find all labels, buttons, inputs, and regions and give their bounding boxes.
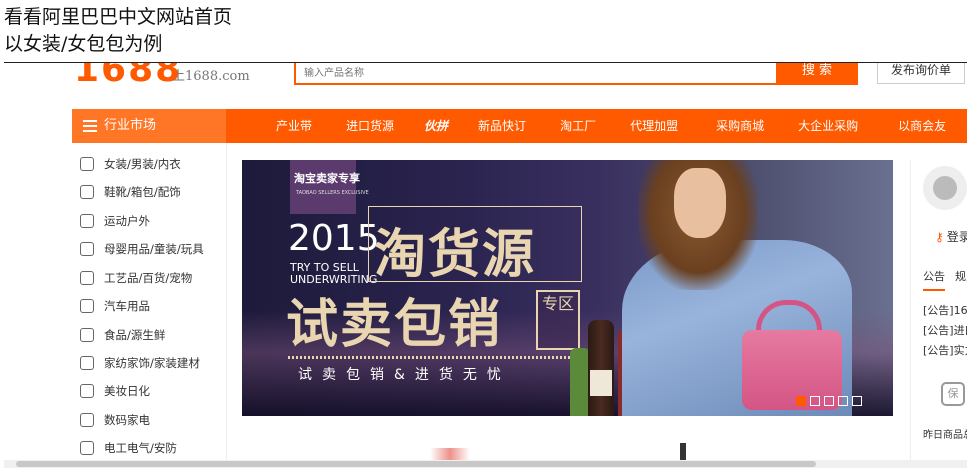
- bottle-image: [570, 348, 590, 416]
- ball-icon: [80, 214, 94, 228]
- category-menu-label: 行业市场: [104, 118, 157, 133]
- sidebar-item-label: 电工电气/安防: [104, 441, 177, 455]
- sidebar-item[interactable]: 食品/源生鲜: [80, 324, 165, 346]
- carousel-dot-active[interactable]: [796, 396, 806, 406]
- nav-item[interactable]: 代理加盟: [630, 109, 678, 143]
- apple-icon: [80, 328, 94, 342]
- banner-title-2: 试卖包销: [286, 295, 503, 355]
- sidebar-item-label: 汽车用品: [104, 299, 150, 313]
- category-sidebar: 女装/男装/内衣 鞋靴/箱包/配饰 运动户外 母婴用品/童装/玩具 工艺品/百货…: [72, 143, 227, 468]
- plug-icon: [80, 441, 94, 455]
- banner-title: 淘货源: [374, 225, 537, 285]
- nav-item[interactable]: 淘工厂: [560, 109, 596, 143]
- sidebar-item[interactable]: 运动户外: [80, 210, 150, 232]
- nav-item[interactable]: 采购商城: [716, 109, 764, 143]
- shirt-icon: [80, 157, 94, 171]
- wine-bottle-image: [588, 320, 614, 416]
- site-header: 1688 上1688.com 搜 索 发布询价单: [4, 63, 967, 109]
- scrollbar-thumb[interactable]: [16, 461, 816, 467]
- shoe-icon: [80, 185, 94, 199]
- camera-icon: [80, 413, 94, 427]
- news-item[interactable]: [公告]进口: [923, 322, 967, 338]
- sidebar-item[interactable]: 数码家电: [80, 409, 150, 431]
- model-face: [674, 168, 726, 238]
- nav-item[interactable]: 大企业采购: [798, 109, 858, 143]
- sidebar-item[interactable]: 家纺家饰/家装建材: [80, 352, 200, 374]
- sidebar-item[interactable]: 汽车用品: [80, 295, 150, 317]
- sidebar-item[interactable]: 鞋靴/箱包/配饰: [80, 181, 181, 203]
- news-item[interactable]: [公告]实力: [923, 342, 967, 358]
- seller-tag: 淘宝卖家专享 TAOBAO SELLERS EXCLUSIVE: [290, 160, 369, 214]
- tab-rules[interactable]: 规则: [955, 270, 967, 283]
- product-thumb: [680, 443, 686, 460]
- main-nav: 行业市场 产业带 进口货源 伙拼 新品快订 淘工厂 代理加盟 采购商城 大企业采…: [72, 109, 967, 143]
- seller-tag-en: TAOBAO SELLERS EXCLUSIVE: [296, 190, 369, 196]
- sidebar-item-label: 家纺家饰/家装建材: [104, 356, 200, 370]
- tab-announcement[interactable]: 公告: [923, 270, 945, 291]
- login-link[interactable]: ⚷登录: [935, 228, 967, 245]
- login-label: 登录: [946, 230, 967, 244]
- wheel-icon: [80, 299, 94, 313]
- nav-item[interactable]: 新品快订: [478, 109, 526, 143]
- lipstick-icon: [80, 384, 94, 398]
- sidebar-item[interactable]: 女装/男装/内衣: [80, 153, 181, 175]
- sidebar-item-label: 美妆日化: [104, 384, 150, 398]
- decorative-stripe: [288, 356, 578, 359]
- caption-line-2: 以女装/女包包为例: [4, 33, 163, 55]
- nav-item[interactable]: 以商会友: [898, 109, 946, 143]
- nav-items: 产业带 进口货源 伙拼 新品快订 淘工厂 代理加盟 采购商城 大企业采购 以商会…: [226, 109, 946, 143]
- banner-subtitle: 试卖包销&进货无忧: [298, 367, 511, 383]
- avatar: [923, 166, 967, 210]
- category-menu[interactable]: 行业市场: [72, 109, 226, 143]
- user-panel: ⚷登录 公告规则 [公告]168 [公告]进口 [公告]实力 保 昨日商品总: [910, 160, 967, 468]
- promo-banner[interactable]: 淘宝卖家专享 TAOBAO SELLERS EXCLUSIVE 2015 TRY…: [242, 160, 893, 416]
- sidebar-item[interactable]: 母婴用品/童装/玩具: [80, 238, 204, 260]
- home-icon: [80, 356, 94, 370]
- carousel-dot[interactable]: [838, 396, 848, 406]
- caption-line-1: 看看阿里巴巴中文网站首页: [4, 6, 233, 28]
- nav-item[interactable]: 进口货源: [346, 109, 394, 143]
- sidebar-item[interactable]: 美妆日化: [80, 380, 150, 402]
- zone-badge: 专区: [536, 290, 580, 350]
- list-menu-icon: [83, 120, 97, 132]
- website-screenshot: 1688 上1688.com 搜 索 发布询价单 行业市场 产业带 进口货源 伙…: [4, 62, 967, 468]
- seller-tag-text: 淘宝卖家专享: [294, 172, 360, 185]
- announcement-tabs: 公告规则: [923, 268, 967, 291]
- caption: 看看阿里巴巴中文网站首页 以女装/女包包为例: [4, 4, 232, 58]
- sidebar-item-label: 母婴用品/童装/玩具: [104, 242, 204, 256]
- search-button[interactable]: 搜 索: [776, 63, 858, 85]
- sidebar-item-label: 运动户外: [104, 214, 150, 228]
- key-icon: ⚷: [935, 230, 944, 244]
- logo-domain: 上1688.com: [172, 69, 250, 84]
- search-input[interactable]: [296, 63, 772, 84]
- sidebar-item-label: 女装/男装/内衣: [104, 157, 181, 171]
- nav-item[interactable]: 产业带: [276, 109, 312, 143]
- bottle-icon: [80, 242, 94, 256]
- post-inquiry-button[interactable]: 发布询价单: [877, 63, 965, 84]
- search-box: [294, 63, 778, 85]
- pet-icon: [80, 271, 94, 285]
- sidebar-item-label: 食品/源生鲜: [104, 328, 166, 342]
- guarantee-icon: 保: [941, 382, 965, 406]
- sidebar-item-label: 鞋靴/箱包/配饰: [104, 185, 181, 199]
- yesterday-stats: 昨日商品总: [923, 430, 967, 441]
- news-item[interactable]: [公告]168: [923, 302, 967, 318]
- carousel-dot[interactable]: [810, 396, 820, 406]
- carousel-dot[interactable]: [852, 396, 862, 406]
- sidebar-item-label: 数码家电: [104, 413, 150, 427]
- banner-year: 2015: [288, 218, 380, 259]
- product-thumb: [430, 448, 470, 460]
- carousel-dot[interactable]: [824, 396, 834, 406]
- carousel-dots: [796, 396, 862, 406]
- logo[interactable]: 1688: [74, 63, 182, 90]
- sidebar-item-label: 工艺品/百货/宠物: [104, 271, 193, 285]
- nav-item[interactable]: 伙拼: [424, 109, 448, 143]
- sidebar-item[interactable]: 工艺品/百货/宠物: [80, 267, 192, 289]
- sidebar-item[interactable]: 电工电气/安防: [80, 437, 177, 459]
